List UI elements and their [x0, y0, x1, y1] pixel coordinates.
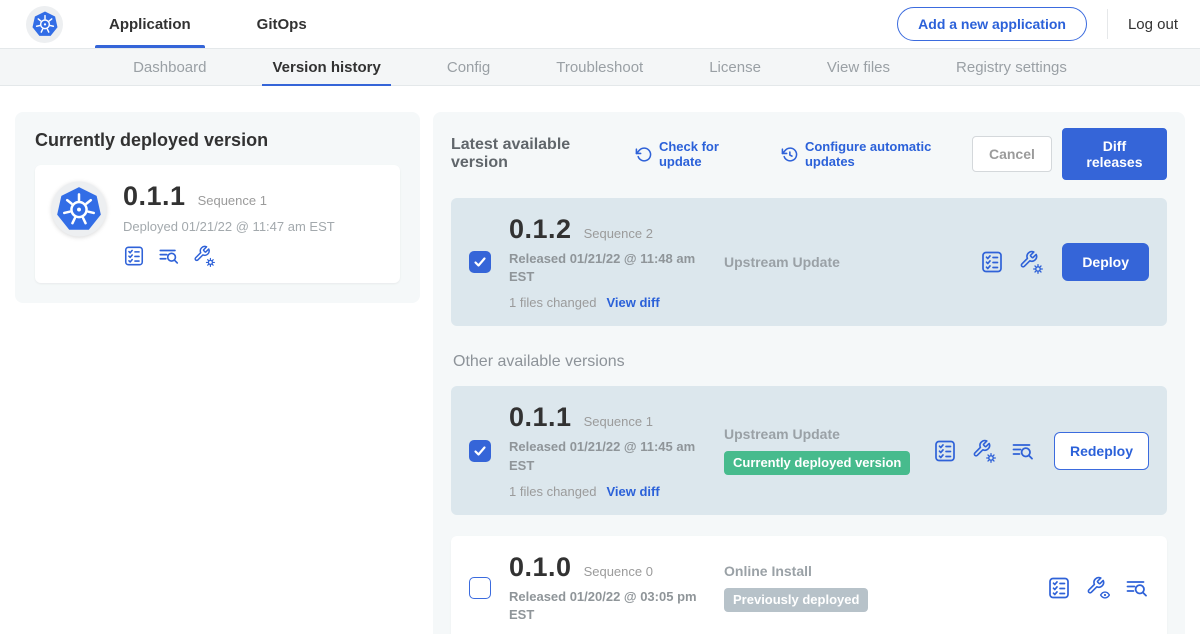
version-row-0-1-0: 0.1.0 Sequence 0 Released 01/20/22 @ 03:…	[451, 536, 1167, 634]
subnav-view-files-label: View files	[827, 59, 890, 76]
deployed-timestamp: Deployed 01/21/22 @ 11:47 am EST	[123, 219, 335, 234]
kubernetes-logo-icon	[29, 8, 61, 40]
redeploy-button[interactable]: Redeploy	[1054, 432, 1149, 470]
diff-releases-button[interactable]: Diff releases	[1062, 128, 1167, 180]
files-changed: 1 files changed	[509, 484, 596, 499]
source-label: Online Install	[724, 563, 1047, 579]
release-notes-icon[interactable]	[980, 250, 1004, 274]
subnav-registry-settings[interactable]: Registry settings	[952, 49, 1071, 85]
release-notes-icon[interactable]	[1047, 576, 1071, 600]
version-source: Online Install Previously deployed	[724, 563, 1047, 612]
logs-icon[interactable]	[1125, 576, 1149, 600]
app-logo	[26, 6, 63, 43]
tab-application[interactable]: Application	[99, 0, 201, 48]
release-notes-icon[interactable]	[123, 245, 145, 267]
currently-deployed-title: Currently deployed version	[35, 130, 400, 151]
version-checkbox[interactable]	[469, 251, 491, 273]
subnav-dashboard[interactable]: Dashboard	[129, 49, 210, 85]
config-view-icon[interactable]	[1086, 576, 1110, 600]
configure-auto-updates-link[interactable]: Configure automatic updates	[781, 139, 972, 169]
version-actions	[1047, 576, 1149, 600]
top-header: Application GitOps Add a new application…	[0, 0, 1200, 48]
release-notes-icon[interactable]	[933, 439, 957, 463]
config-edit-icon[interactable]	[1019, 250, 1043, 274]
subnav-version-history-label: Version history	[272, 59, 380, 76]
config-edit-icon[interactable]	[193, 245, 215, 267]
logs-icon[interactable]	[158, 245, 180, 267]
currently-deployed-badge: Currently deployed version	[724, 451, 910, 475]
version-number: 0.1.0	[509, 552, 572, 583]
subnav-config[interactable]: Config	[443, 49, 494, 85]
version-number: 0.1.1	[509, 402, 572, 433]
version-sequence: Sequence 0	[584, 564, 653, 579]
version-source: Upstream Update Currently deployed versi…	[724, 426, 933, 475]
subnav-version-history[interactable]: Version history	[268, 49, 384, 85]
version-actions: Redeploy	[933, 432, 1149, 470]
deployed-version-number: 0.1.1	[123, 181, 186, 212]
subnav-license[interactable]: License	[705, 49, 765, 85]
checkbox-check-icon	[473, 255, 487, 269]
check-for-update-link[interactable]: Check for update	[635, 139, 757, 169]
version-sequence: Sequence 2	[584, 226, 653, 241]
deployed-version-card: 0.1.1 Sequence 1 Deployed 01/21/22 @ 11:…	[35, 165, 400, 283]
subnav-dashboard-label: Dashboard	[133, 59, 206, 76]
subnav-troubleshoot-label: Troubleshoot	[556, 59, 643, 76]
check-for-update-label: Check for update	[659, 139, 757, 169]
version-row-0-1-2: 0.1.2 Sequence 2 Released 01/21/22 @ 11:…	[451, 198, 1167, 326]
subnav-registry-settings-label: Registry settings	[956, 59, 1067, 76]
diff-action-buttons: Cancel Diff releases	[972, 128, 1167, 180]
version-source: Upstream Update	[724, 254, 980, 270]
logout-button[interactable]: Log out	[1128, 16, 1178, 33]
subnav-license-label: License	[709, 59, 761, 76]
currently-deployed-panel: Currently deployed version 0.1.1 Sequenc…	[15, 112, 420, 303]
subnav-troubleshoot[interactable]: Troubleshoot	[552, 49, 647, 85]
version-sequence: Sequence 1	[584, 414, 653, 429]
released-timestamp: Released 01/21/22 @ 11:48 am EST	[509, 250, 714, 286]
version-info: 0.1.2 Sequence 2 Released 01/21/22 @ 11:…	[509, 214, 724, 310]
view-diff-link[interactable]: View diff	[606, 484, 659, 499]
version-history-panel: Latest available version Check for updat…	[433, 112, 1185, 634]
subnav-view-files[interactable]: View files	[823, 49, 894, 85]
version-checkbox[interactable]	[469, 577, 491, 599]
version-number: 0.1.2	[509, 214, 572, 245]
logs-icon[interactable]	[1011, 439, 1035, 463]
header-nav: Application GitOps	[99, 0, 317, 48]
version-row-0-1-1: 0.1.1 Sequence 1 Released 01/21/22 @ 11:…	[451, 386, 1167, 514]
version-info: 0.1.0 Sequence 0 Released 01/20/22 @ 03:…	[509, 552, 724, 624]
header-right: Add a new application Log out	[897, 7, 1178, 41]
add-application-button[interactable]: Add a new application	[897, 7, 1087, 41]
kubernetes-app-icon	[51, 181, 107, 237]
version-actions: Deploy	[980, 243, 1149, 281]
check-update-icon	[635, 146, 652, 163]
header-separator	[1107, 9, 1108, 39]
tab-gitops-label: GitOps	[257, 16, 307, 33]
source-label: Upstream Update	[724, 254, 980, 270]
tab-gitops[interactable]: GitOps	[247, 0, 317, 48]
view-diff-link[interactable]: View diff	[606, 295, 659, 310]
files-changed: 1 files changed	[509, 295, 596, 310]
app-subnav: Dashboard Version history Config Trouble…	[0, 48, 1200, 86]
deploy-button[interactable]: Deploy	[1062, 243, 1149, 281]
previously-deployed-badge: Previously deployed	[724, 588, 868, 612]
auto-update-icon	[781, 146, 798, 163]
cancel-button[interactable]: Cancel	[972, 136, 1052, 172]
version-checkbox[interactable]	[469, 440, 491, 462]
other-versions-title: Other available versions	[453, 353, 1165, 371]
main-content: Currently deployed version 0.1.1 Sequenc…	[0, 86, 1200, 634]
source-label: Upstream Update	[724, 426, 933, 442]
deployed-version-details: 0.1.1 Sequence 1 Deployed 01/21/22 @ 11:…	[123, 181, 335, 267]
deployed-sequence: Sequence 1	[198, 193, 267, 208]
latest-version-title: Latest available version	[451, 136, 621, 172]
version-info: 0.1.1 Sequence 1 Released 01/21/22 @ 11:…	[509, 402, 724, 498]
tab-application-label: Application	[109, 16, 191, 33]
config-edit-icon[interactable]	[972, 439, 996, 463]
released-timestamp: Released 01/21/22 @ 11:45 am EST	[509, 438, 714, 474]
checkbox-check-icon	[473, 444, 487, 458]
configure-auto-updates-label: Configure automatic updates	[805, 139, 972, 169]
subnav-config-label: Config	[447, 59, 490, 76]
update-links: Check for update Configure automatic upd…	[635, 139, 972, 169]
latest-version-header: Latest available version Check for updat…	[451, 128, 1167, 180]
released-timestamp: Released 01/20/22 @ 03:05 pm EST	[509, 588, 714, 624]
